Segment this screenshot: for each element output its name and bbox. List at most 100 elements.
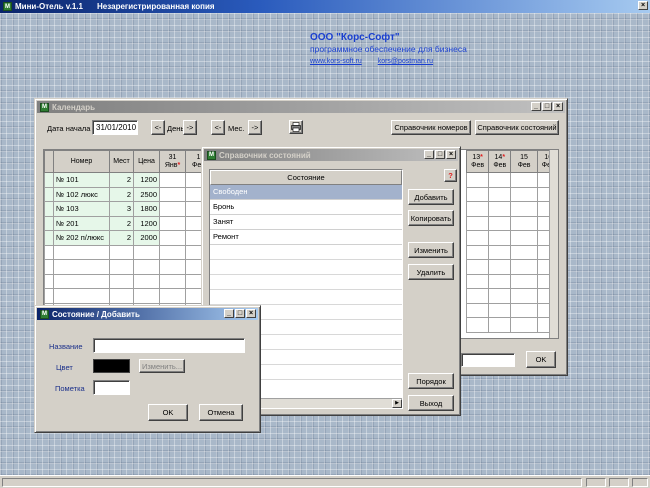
state-add-title: Состояние / Добавить: [52, 309, 140, 319]
room-number: № 202 п/люкс: [53, 230, 110, 246]
grid-row[interactable]: [44, 273, 212, 289]
grid-row[interactable]: [44, 288, 212, 304]
state-add-cancel-button[interactable]: Отмена: [199, 404, 243, 421]
grid-row[interactable]: № 101 2 1200: [44, 172, 212, 188]
app-titlebar[interactable]: M Мини-Отель v.1.1 Незарегистрированная …: [0, 0, 650, 13]
states-titlebar[interactable]: M Справочник состояний _ □ ×: [204, 149, 458, 161]
states-copy-button[interactable]: Копировать: [408, 210, 454, 226]
states-list-item[interactable]: Бронь: [210, 200, 402, 215]
state-add-minimize-button[interactable]: _: [224, 309, 234, 318]
room-seats: 2: [109, 172, 134, 188]
states-list-item[interactable]: Занят: [210, 215, 402, 230]
print-button[interactable]: [289, 120, 303, 134]
grid-row[interactable]: [465, 215, 558, 231]
grid-row[interactable]: № 201 2 1200: [44, 215, 212, 231]
room-seats: 2: [109, 186, 134, 202]
grid-row[interactable]: [465, 186, 558, 202]
start-date-input[interactable]: 31/01/2010: [92, 120, 138, 135]
room-price: 1800: [133, 201, 160, 217]
grid-header-number[interactable]: Номер: [53, 150, 110, 173]
grid-row[interactable]: № 202 п/люкс 2 2000: [44, 230, 212, 246]
grid-vertical-scrollbar[interactable]: [549, 150, 558, 338]
grid-row[interactable]: [465, 244, 558, 260]
calendar-title: Календарь: [52, 102, 96, 112]
states-help-button[interactable]: ?: [444, 169, 457, 182]
status-pane: [609, 478, 629, 487]
grid-row[interactable]: [44, 244, 212, 260]
calendar-ok-button[interactable]: OK: [526, 351, 556, 368]
grid-header-day[interactable]: 31 Янв*: [159, 150, 186, 173]
states-directory-button[interactable]: Справочник состояний: [475, 120, 559, 135]
states-close-button[interactable]: ×: [446, 150, 456, 159]
month-prev-button[interactable]: <-: [211, 120, 225, 135]
grid-row[interactable]: [465, 259, 558, 275]
day-prev-button[interactable]: <-: [151, 120, 165, 135]
room-seats: 2: [109, 230, 134, 246]
states-list-item[interactable]: Свободен: [210, 185, 402, 200]
day-next-button[interactable]: ->: [183, 120, 197, 135]
calendar-maximize-button[interactable]: □: [542, 102, 552, 111]
grid-row[interactable]: [465, 273, 558, 289]
grid-row[interactable]: [465, 317, 558, 333]
calendar-titlebar[interactable]: M Календарь _ □ ×: [37, 101, 565, 113]
rooms-directory-button[interactable]: Справочник номеров: [391, 120, 471, 135]
room-price: 2500: [133, 186, 160, 202]
company-site-link[interactable]: www.kors-soft.ru: [310, 58, 362, 65]
grid-row[interactable]: № 102 люкс 2 2500: [44, 186, 212, 202]
day-label: День: [167, 124, 185, 133]
calendar-status-field: [461, 353, 515, 367]
room-price: 1200: [133, 172, 160, 188]
name-input[interactable]: [93, 338, 245, 353]
state-add-app-icon: M: [40, 309, 49, 319]
states-order-button[interactable]: Порядок: [408, 373, 454, 389]
month-label: Мес.: [228, 124, 245, 133]
note-label: Пометка: [55, 384, 85, 393]
grid-row[interactable]: № 103 3 1800: [44, 201, 212, 217]
grid-row[interactable]: [465, 230, 558, 246]
month-next-button[interactable]: ->: [248, 120, 262, 135]
state-add-close-button[interactable]: ×: [246, 309, 256, 318]
room-seats: 2: [109, 215, 134, 231]
scroll-right-button[interactable]: ▶: [392, 399, 402, 408]
app-window-controls: ×: [638, 1, 648, 10]
name-label: Название: [49, 342, 83, 351]
grid-row[interactable]: [465, 302, 558, 318]
state-add-dialog: M Состояние / Добавить _ □ × Название Цв…: [34, 305, 261, 433]
color-swatch[interactable]: [93, 359, 130, 373]
states-delete-button[interactable]: Удалить: [408, 264, 454, 280]
states-list-header[interactable]: Состояние: [210, 170, 402, 185]
grid-header-seats[interactable]: Мест: [109, 150, 134, 173]
app-close-button[interactable]: ×: [638, 1, 648, 10]
grid-row[interactable]: [465, 172, 558, 188]
states-maximize-button[interactable]: □: [435, 150, 445, 159]
company-name: ООО "Корс-Софт": [310, 32, 400, 43]
grid-header-day[interactable]: 13* Фев: [465, 150, 490, 173]
room-number: № 201: [53, 215, 110, 231]
state-add-ok-button[interactable]: OK: [148, 404, 188, 421]
grid-row[interactable]: [465, 288, 558, 304]
states-minimize-button[interactable]: _: [424, 150, 434, 159]
room-seats: 3: [109, 201, 134, 217]
grid-row[interactable]: [44, 259, 212, 275]
change-color-button[interactable]: Изменить...: [139, 359, 185, 373]
company-email-link[interactable]: kors@postman.ru: [378, 58, 433, 65]
calendar-app-icon: M: [40, 102, 49, 112]
status-pane: [632, 478, 648, 487]
grid-header-day[interactable]: 14* Фев: [488, 150, 512, 173]
calendar-close-button[interactable]: ×: [553, 102, 563, 111]
states-exit-button[interactable]: Выход: [408, 395, 454, 411]
state-add-maximize-button[interactable]: □: [235, 309, 245, 318]
state-add-titlebar[interactable]: M Состояние / Добавить _ □ ×: [37, 308, 258, 320]
grid-row[interactable]: [465, 201, 558, 217]
states-add-button[interactable]: Добавить: [408, 189, 454, 205]
states-list-item[interactable]: Ремонт: [210, 230, 402, 245]
calendar-minimize-button[interactable]: _: [531, 102, 541, 111]
states-title: Справочник состояний: [219, 150, 311, 160]
room-number: № 102 люкс: [53, 186, 110, 202]
app-icon: M: [3, 2, 12, 11]
grid-header-price[interactable]: Цена: [133, 150, 160, 173]
grid-header-day[interactable]: 15 Фев: [510, 150, 538, 173]
states-edit-button[interactable]: Изменить: [408, 242, 454, 258]
note-input[interactable]: [93, 380, 130, 395]
printer-icon: [291, 122, 301, 132]
